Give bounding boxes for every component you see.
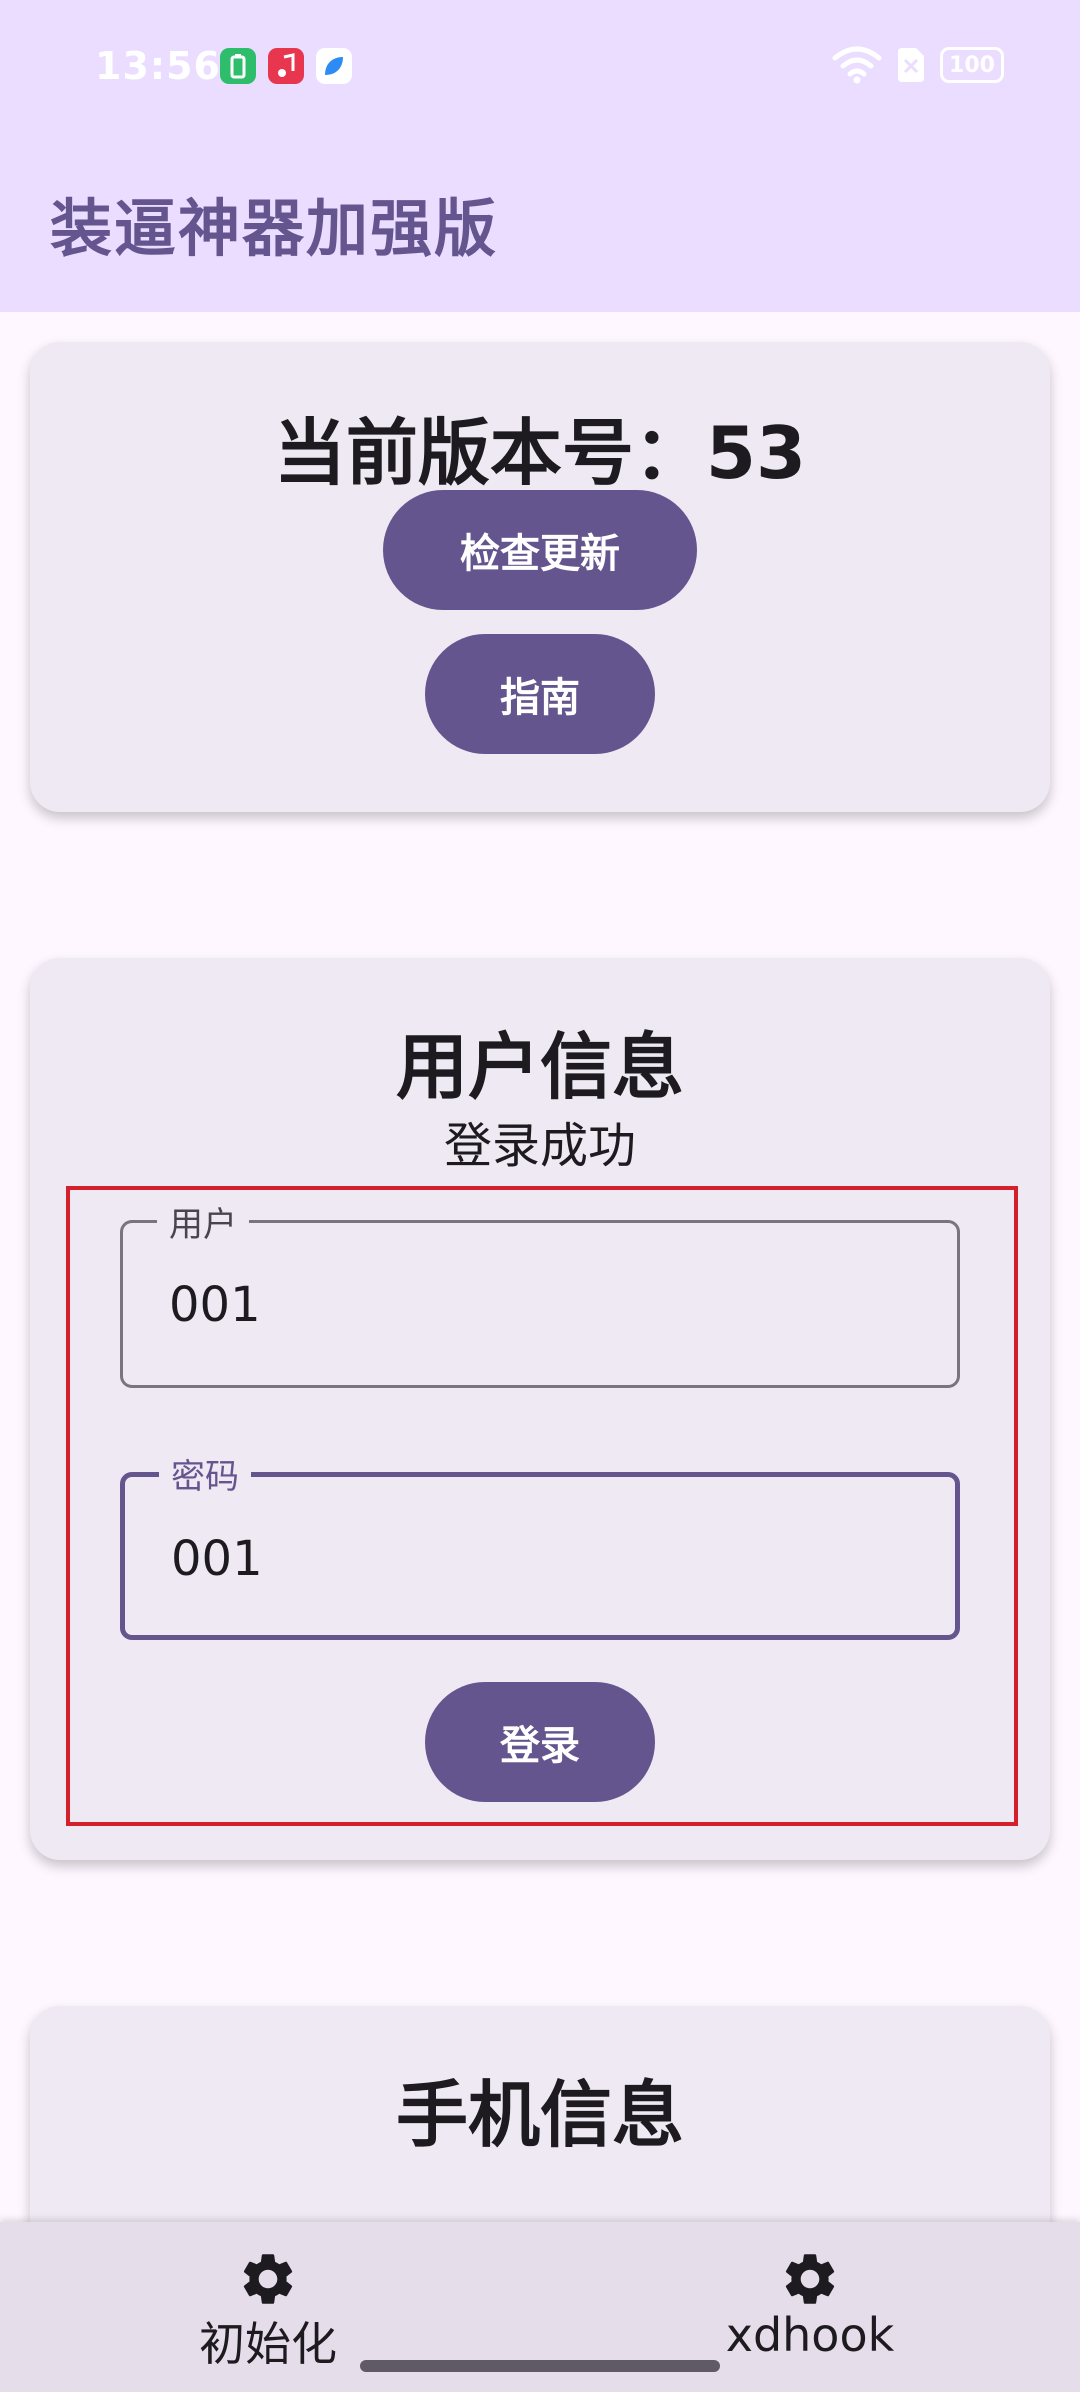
browser-app-icon [316,48,352,84]
music-app-icon [268,48,304,84]
guide-button[interactable]: 指南 [425,634,655,754]
check-update-button[interactable]: 检查更新 [383,490,697,610]
no-sim-icon [898,48,924,82]
app-title: 装逼神器加强版 [50,192,499,265]
version-text: 当前版本号：53 [273,411,807,495]
version-card: 当前版本号：53 检查更新 指南 [30,342,1050,812]
home-indicator[interactable] [360,2360,720,2372]
gear-icon [243,2254,293,2304]
phone-info-title: 手机信息 [395,2073,684,2157]
nav-label-xdhook: xdhook [725,2308,895,2362]
gear-icon [785,2254,835,2304]
battery-indicator: 100 [940,47,1004,83]
top-app-bar: 13:56 100 装逼神器加强版 [0,0,1080,312]
wifi-icon [832,46,882,84]
username-value[interactable]: 001 [169,1277,261,1333]
login-status-text: 登录成功 [443,1118,636,1174]
username-field[interactable]: 用户 001 [120,1197,960,1388]
nav-item-xdhook[interactable]: xdhook [660,2248,960,2362]
battery-saver-app-icon [220,48,256,84]
status-time: 13:56 [95,44,221,88]
password-label: 密码 [159,1449,251,1498]
password-field[interactable]: 密码 001 [120,1449,960,1640]
status-system-icons: 100 [832,46,1004,84]
status-notification-icons [220,48,352,84]
nav-item-init[interactable]: 初始化 [118,2248,418,2374]
username-label: 用户 [157,1197,249,1246]
user-info-title: 用户信息 [395,1025,684,1109]
password-value[interactable]: 001 [171,1531,263,1587]
